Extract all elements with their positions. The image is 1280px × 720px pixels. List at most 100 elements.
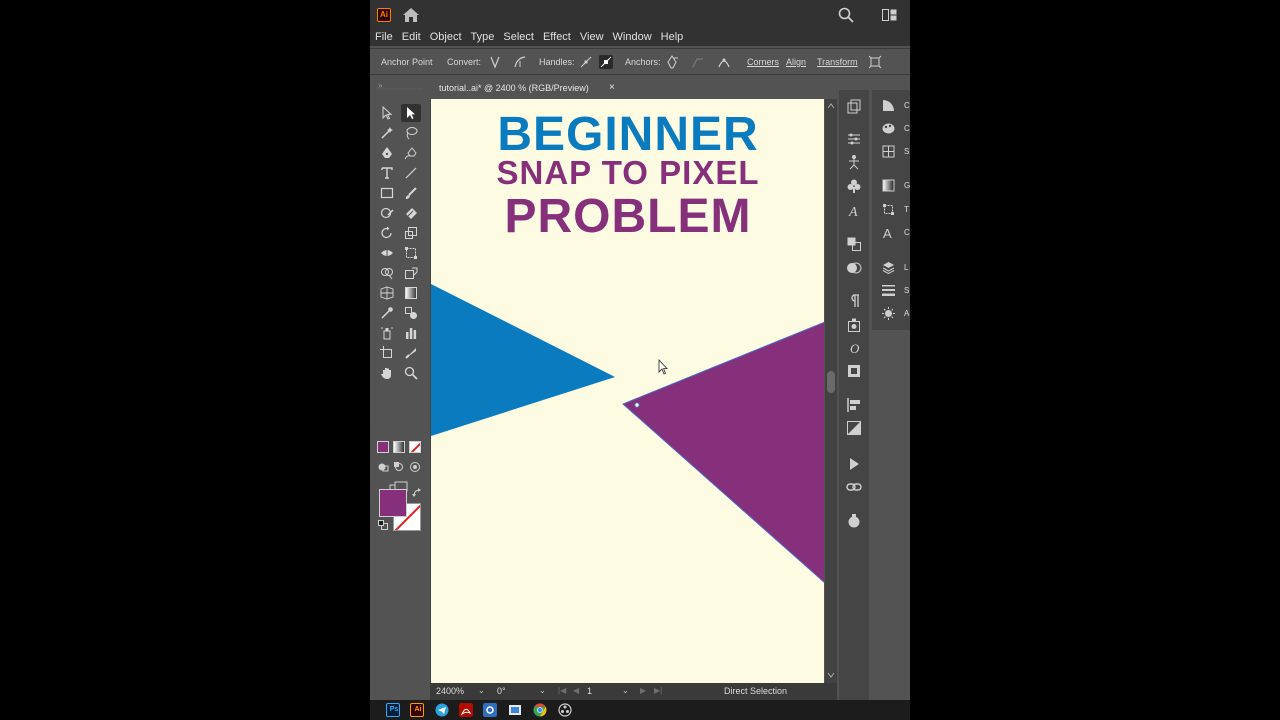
draw-inside-icon[interactable] — [409, 461, 421, 473]
screenshot-tool-icon[interactable] — [508, 703, 522, 717]
menu-select[interactable]: Select — [503, 31, 541, 43]
free-transform-tool[interactable] — [401, 244, 421, 262]
scroll-up-icon[interactable] — [827, 103, 835, 109]
tools-panel-grip[interactable]: » — [375, 80, 425, 90]
lasso-tool[interactable] — [401, 124, 421, 142]
eyedropper-tool[interactable] — [377, 304, 397, 322]
swap-fill-stroke-icon[interactable] — [412, 488, 422, 498]
artboard-number-field[interactable]: 1 — [587, 686, 592, 698]
menu-help[interactable]: Help — [661, 31, 691, 43]
column-graph-tool[interactable] — [401, 324, 421, 342]
menu-effect[interactable]: Effect — [543, 31, 578, 43]
paragraph-icon[interactable] — [846, 293, 862, 309]
artboard-canvas[interactable]: BEGINNER SNAP TO PIXEL PROBLEM — [430, 99, 824, 683]
chrome-icon[interactable] — [533, 703, 547, 717]
live-paint-tool[interactable] — [401, 264, 421, 282]
headline-problem[interactable]: PROBLEM — [431, 189, 824, 244]
vertical-scroll-thumb[interactable] — [827, 371, 835, 393]
links-icon[interactable] — [846, 479, 862, 495]
adjust-sliders-icon[interactable] — [846, 131, 862, 147]
control-panel-icon[interactable] — [483, 703, 497, 717]
paintbrush-tool[interactable] — [401, 184, 421, 202]
convert-to-smooth-icon[interactable] — [513, 55, 527, 69]
gradient-tool[interactable] — [401, 284, 421, 302]
color-mode-button[interactable] — [377, 441, 389, 453]
show-handles-icon[interactable] — [579, 55, 593, 69]
symbol-sprayer-tool[interactable] — [377, 324, 397, 342]
zoom-level-field[interactable]: 2400% — [436, 686, 464, 698]
slice-tool[interactable] — [401, 344, 421, 362]
obs-recorder-icon[interactable] — [558, 703, 572, 717]
zoom-tool[interactable] — [401, 364, 421, 382]
acrobat-icon[interactable] — [459, 703, 473, 717]
next-artboard-icon[interactable]: ▶ — [640, 686, 646, 695]
previous-artboard-icon[interactable]: ◀ — [573, 686, 579, 695]
pathfinder-icon[interactable] — [846, 236, 862, 252]
transparency-icon[interactable] — [846, 420, 862, 436]
menu-file[interactable]: File — [375, 31, 400, 43]
curvature-tool[interactable] — [401, 144, 421, 162]
opentype-icon[interactable]: O — [846, 340, 862, 356]
menu-type[interactable]: Type — [471, 31, 502, 43]
photoshop-taskbar-icon[interactable]: Ps — [386, 703, 400, 717]
corners-link[interactable]: Corners — [747, 57, 779, 67]
rotation-dropdown-icon[interactable]: ⌄ — [539, 686, 546, 695]
remove-anchor-icon[interactable] — [665, 55, 679, 69]
connect-anchors-icon[interactable] — [691, 55, 705, 69]
shaper-tool[interactable] — [377, 204, 397, 222]
isolate-object-icon[interactable] — [868, 55, 882, 69]
properties-panel-icon[interactable] — [846, 99, 862, 115]
purple-triangle[interactable] — [623, 322, 824, 583]
current-tool-status[interactable]: Direct Selection — [724, 686, 787, 698]
line-segment-tool[interactable] — [401, 164, 421, 182]
close-tab-icon[interactable]: × — [609, 82, 615, 93]
blend-tool[interactable] — [401, 304, 421, 322]
fill-color-swatch[interactable] — [379, 489, 407, 517]
vertical-scrollbar[interactable] — [825, 99, 837, 683]
type-tool[interactable] — [377, 164, 397, 182]
hide-handles-icon[interactable] — [599, 55, 613, 69]
workspace-switcher-icon[interactable] — [882, 9, 897, 21]
shape-builder-tool[interactable] — [377, 264, 397, 282]
cut-path-icon[interactable] — [717, 55, 731, 69]
selection-tool[interactable] — [377, 104, 397, 122]
width-tool[interactable] — [377, 244, 397, 262]
transform-link[interactable]: Transform — [817, 57, 858, 67]
telegram-icon[interactable] — [435, 703, 449, 717]
artboard-dropdown-icon[interactable]: ⌄ — [622, 686, 629, 695]
align-panel-icon[interactable] — [846, 397, 862, 413]
none-mode-button[interactable] — [409, 441, 421, 453]
pen-tool[interactable] — [377, 144, 397, 162]
selected-anchor-point[interactable] — [634, 402, 640, 408]
libraries-icon[interactable] — [846, 363, 862, 379]
artboard-tool[interactable] — [377, 344, 397, 362]
default-colors-icon[interactable] — [378, 520, 388, 530]
rotate-tool[interactable] — [377, 224, 397, 242]
actions-play-icon[interactable] — [846, 456, 862, 472]
appearance-icon[interactable] — [846, 260, 862, 276]
illustrator-taskbar-icon[interactable]: Ai — [410, 703, 424, 717]
document-tab[interactable]: tutorial..ai* @ 2400 % (RGB/Preview) × — [430, 78, 624, 98]
headline-snap-to-pixel[interactable]: SNAP TO PIXEL — [431, 154, 824, 192]
menu-view[interactable]: View — [580, 31, 611, 43]
rectangle-tool[interactable] — [377, 184, 397, 202]
asset-export-icon[interactable] — [846, 317, 862, 333]
character-styles-icon[interactable]: A — [846, 202, 862, 218]
menu-window[interactable]: Window — [613, 31, 659, 43]
search-icon[interactable] — [838, 7, 854, 23]
plugin-icon[interactable] — [846, 513, 862, 529]
first-artboard-icon[interactable]: |◀ — [558, 686, 566, 695]
convert-to-corner-icon[interactable] — [488, 55, 502, 69]
draw-normal-icon[interactable] — [377, 461, 389, 473]
eraser-tool[interactable] — [401, 204, 421, 222]
last-artboard-icon[interactable]: ▶| — [654, 686, 662, 695]
home-icon[interactable] — [402, 7, 420, 23]
hand-tool[interactable] — [377, 364, 397, 382]
blue-triangle[interactable] — [431, 284, 615, 436]
menu-object[interactable]: Object — [430, 31, 469, 43]
scroll-down-icon[interactable] — [827, 672, 835, 678]
scale-tool[interactable] — [401, 224, 421, 242]
rotation-field[interactable]: 0° — [497, 686, 506, 698]
menu-edit[interactable]: Edit — [402, 31, 428, 43]
magic-wand-tool[interactable] — [377, 124, 397, 142]
